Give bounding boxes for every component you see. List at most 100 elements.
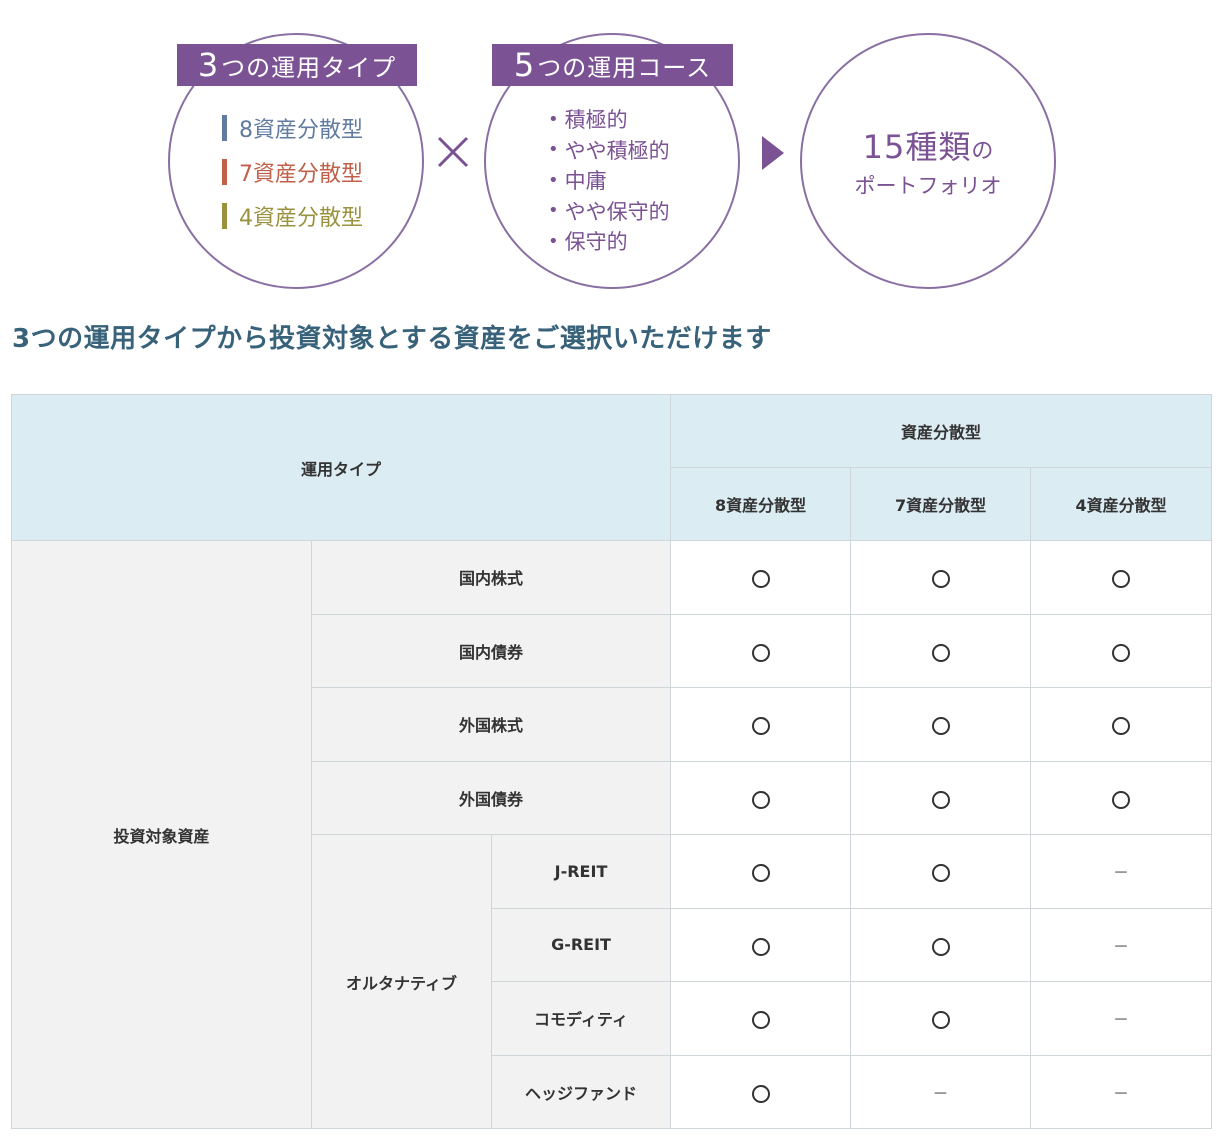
- type-label: 7資産分散型: [239, 162, 363, 187]
- value-cell: ○: [670, 834, 852, 909]
- course-label: 保守的: [564, 230, 628, 255]
- value-cell: ○: [850, 540, 1032, 615]
- value-cell: ○: [670, 907, 852, 982]
- types-count: 3: [197, 46, 220, 84]
- value-cell: ○: [670, 687, 852, 762]
- included-mark: ○: [1112, 790, 1131, 809]
- result-sub: ポートフォリオ: [854, 174, 1002, 198]
- value-cell: ○: [670, 540, 852, 615]
- section-heading: 3つの運用タイプから投資対象とする資産をご選択いただけます: [12, 324, 772, 354]
- asset-label: 国内株式: [310, 540, 672, 615]
- excluded-mark: －: [1113, 1083, 1130, 1103]
- asset-label: コモディティ: [490, 981, 672, 1056]
- value-cell: ○: [670, 981, 852, 1056]
- asset-label: ヘッジファンド: [490, 1054, 672, 1129]
- category-cell: 投資対象資産: [11, 540, 312, 1129]
- header-col: 4資産分散型: [1030, 467, 1213, 541]
- value-cell: ○: [850, 907, 1032, 982]
- asset-label: 外国株式: [310, 687, 672, 762]
- value-cell: －: [1030, 981, 1213, 1056]
- courses-label-box: 5 つの運用コース: [492, 44, 733, 86]
- courses-label: つの運用コース: [537, 53, 712, 82]
- table-body: 投資対象資産国内株式 ○ ○ ○ 国内債券 ○ ○ ○ 外国株式 ○ ○ ○ 外国債券 ○ ○ ○ オルタナティ…: [11, 540, 1213, 1129]
- course-item: • 中庸: [548, 165, 670, 196]
- included-mark: ○: [751, 570, 770, 589]
- asset-label: 外国債券: [310, 760, 672, 835]
- portfolio-diagram: 3 つの運用タイプ 5 つの運用コース 8資産分散型 7資産分散型 4資産分散型…: [0, 0, 1218, 300]
- included-mark: ○: [751, 1011, 770, 1030]
- included-mark: ○: [931, 790, 950, 809]
- included-mark: ○: [751, 1084, 770, 1103]
- type-item: 7資産分散型: [222, 150, 363, 194]
- included-mark: ○: [931, 937, 950, 956]
- types-label: つの運用タイプ: [221, 53, 397, 82]
- course-item: • 積極的: [548, 104, 670, 135]
- value-cell: ○: [670, 613, 852, 688]
- course-label: やや積極的: [564, 138, 670, 163]
- value-cell: ○: [1030, 613, 1213, 688]
- excluded-mark: －: [1113, 863, 1130, 883]
- type-label: 8資産分散型: [239, 118, 363, 143]
- table-row: 投資対象資産国内株式 ○ ○ ○: [11, 540, 1213, 1129]
- excluded-mark: －: [1113, 1010, 1130, 1030]
- included-mark: ○: [931, 1011, 950, 1030]
- course-label: 中庸: [564, 169, 607, 194]
- type-color-bar: [222, 159, 227, 185]
- result-suffix: の: [971, 139, 994, 164]
- value-cell: ○: [850, 687, 1032, 762]
- course-item: • やや積極的: [548, 135, 670, 166]
- header-group: 資産分散型: [670, 394, 1213, 468]
- value-cell: －: [850, 1054, 1032, 1129]
- included-mark: ○: [931, 570, 950, 589]
- course-item: • 保守的: [548, 226, 670, 257]
- type-item: 8資産分散型: [222, 106, 363, 150]
- courses-count: 5: [513, 46, 536, 84]
- value-cell: －: [1030, 834, 1213, 909]
- header-col: 7資産分散型: [850, 467, 1032, 541]
- multiply-icon: [437, 136, 469, 168]
- value-cell: －: [1030, 907, 1213, 982]
- header-type: 運用タイプ: [10, 394, 672, 541]
- course-label: 積極的: [564, 108, 628, 133]
- included-mark: ○: [1112, 643, 1131, 662]
- value-cell: ○: [670, 1054, 852, 1129]
- included-mark: ○: [931, 864, 950, 883]
- value-cell: ○: [850, 760, 1032, 835]
- asset-label: 国内債券: [310, 613, 672, 688]
- course-item: • やや保守的: [548, 196, 670, 227]
- included-mark: ○: [1112, 570, 1131, 589]
- alternative-cell: オルタナティブ: [311, 834, 492, 1129]
- header-col: 8資産分散型: [670, 467, 852, 541]
- value-cell: ○: [670, 760, 852, 835]
- included-mark: ○: [751, 864, 770, 883]
- value-cell: ○: [1030, 687, 1213, 762]
- included-mark: ○: [1112, 717, 1131, 736]
- excluded-mark: －: [932, 1083, 949, 1103]
- value-cell: ○: [1030, 540, 1213, 615]
- result-count: 15種類: [862, 128, 972, 166]
- types-list: 8資産分散型 7資産分散型 4資産分散型: [222, 106, 363, 238]
- value-cell: ○: [850, 613, 1032, 688]
- asset-label: G-REIT: [490, 907, 672, 982]
- value-cell: ○: [850, 981, 1032, 1056]
- type-color-bar: [222, 115, 227, 141]
- included-mark: ○: [751, 717, 770, 736]
- included-mark: ○: [751, 937, 770, 956]
- course-label: やや保守的: [564, 199, 670, 224]
- type-item: 4資産分散型: [222, 194, 363, 238]
- asset-label: J-REIT: [490, 834, 672, 909]
- value-cell: －: [1030, 1054, 1213, 1129]
- result-text: 15種類の ポートフォリオ: [800, 122, 1056, 200]
- courses-list: • 積極的 • やや積極的 • 中庸 • やや保守的 • 保守的: [548, 104, 670, 257]
- included-mark: ○: [931, 717, 950, 736]
- value-cell: ○: [850, 834, 1032, 909]
- included-mark: ○: [751, 643, 770, 662]
- included-mark: ○: [931, 643, 950, 662]
- type-label: 4資産分散型: [239, 206, 363, 231]
- value-cell: ○: [1030, 760, 1213, 835]
- asset-table: 運用タイプ 資産分散型 8資産分散型 7資産分散型 4資産分散型 投資対象資産国…: [10, 394, 1213, 1129]
- included-mark: ○: [751, 790, 770, 809]
- type-color-bar: [222, 203, 227, 229]
- arrow-right-icon: [762, 136, 784, 170]
- types-label-box: 3 つの運用タイプ: [177, 44, 417, 86]
